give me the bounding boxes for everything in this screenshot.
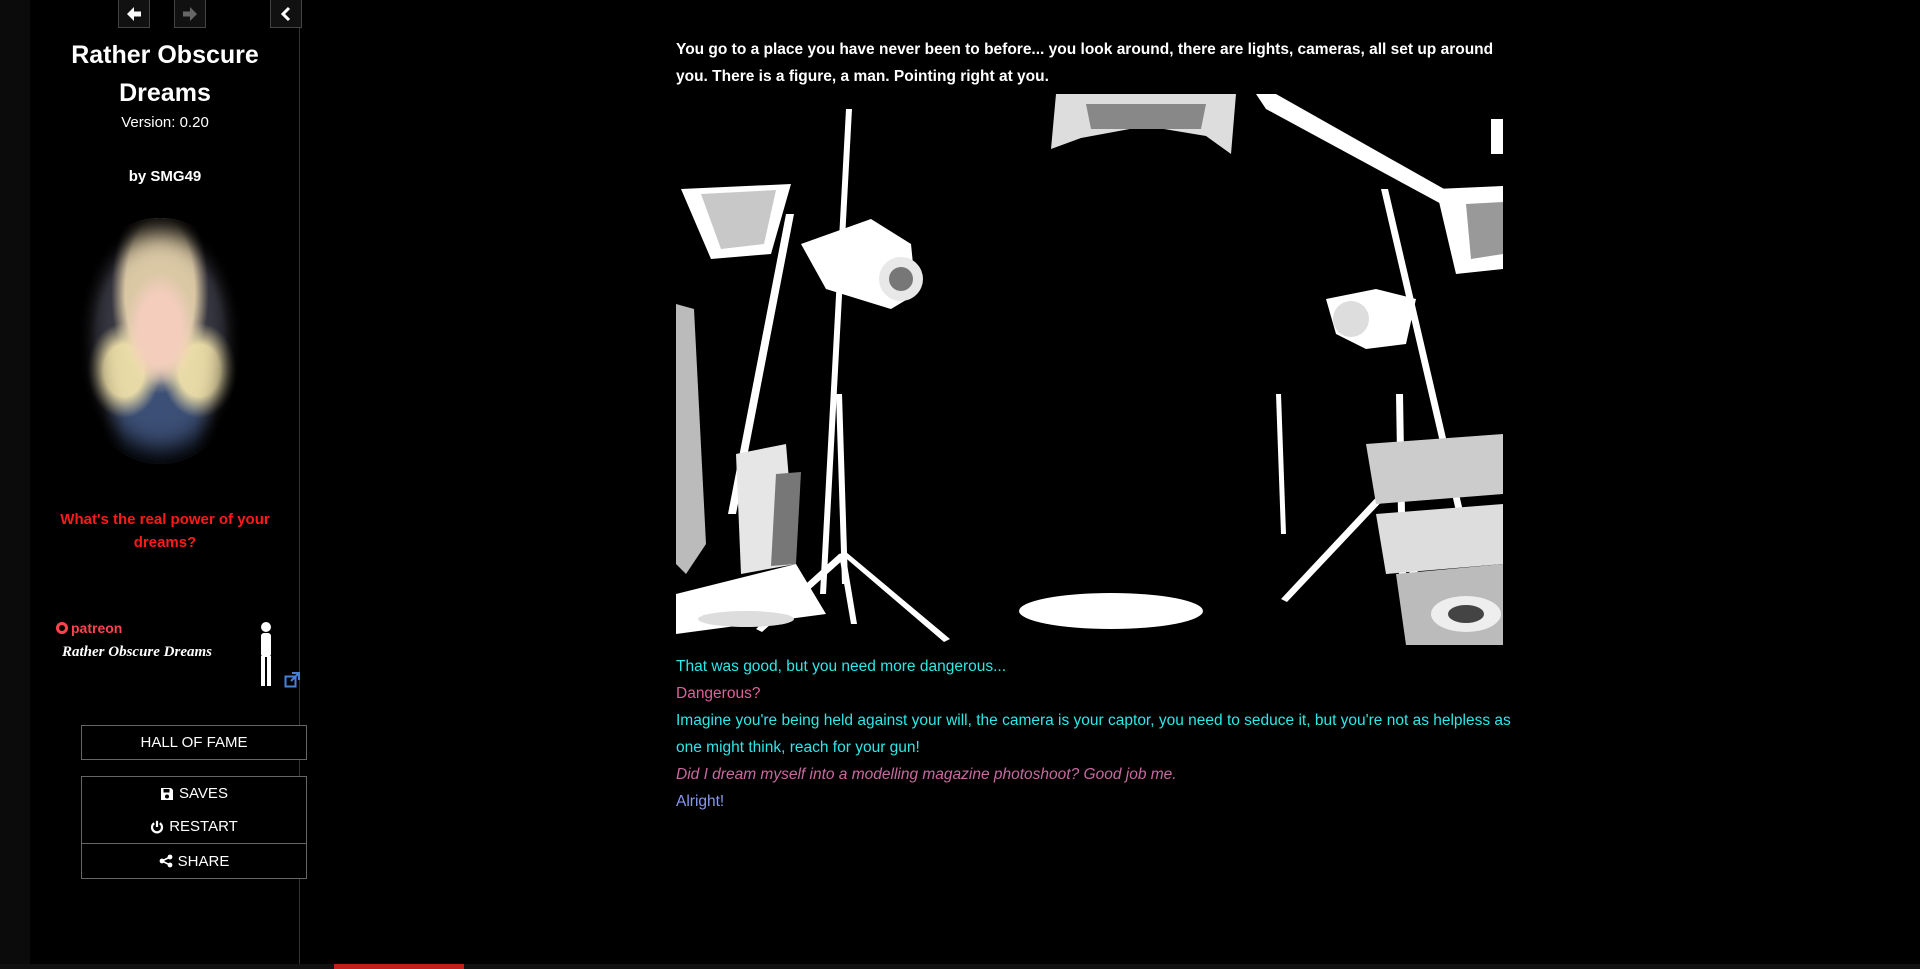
patreon-banner-link[interactable]: patreon Rather Obscure Dreams [56,614,276,694]
story-tagline: What's the real power of your dreams? [60,511,270,551]
sidebar: Rather Obscure Dreams Version: 0.20 by S… [30,0,307,969]
standing-figure-icon [261,622,271,686]
photo-studio-scene-image [676,94,1503,645]
story-author: by SMG49 [128,168,202,185]
power-icon [151,820,164,833]
passage-content: You go to a place you have never been to… [676,36,1522,815]
dialogue-line: Did I dream myself into a modelling maga… [676,766,1177,783]
restart-label: RESTART [169,818,238,835]
dialogue-line: That was good, but you need more dangero… [676,658,1007,675]
share-label: SHARE [177,852,230,870]
history-forward-button[interactable] [174,0,206,28]
patreon-logo: patreon [56,620,122,636]
saves-label: SAVES [179,785,228,802]
arrow-left-icon [127,6,141,21]
share-button[interactable]: SHARE [81,844,307,879]
banner-game-title: Rather Obscure Dreams [62,644,213,660]
chevron-left-icon [280,6,291,21]
game-window: Rather Obscure Dreams Version: 0.20 by S… [0,0,1920,969]
hall-of-fame-label: HALL OF FAME [140,734,248,751]
left-gutter [0,0,30,969]
saves-button[interactable]: SAVES [81,776,307,811]
dialogue-line: Dangerous? [676,685,761,702]
bottom-strip [0,964,1920,969]
patreon-label: patreon [71,620,123,636]
character-portrait [78,218,242,464]
dialogue-log: That was good, but you need more dangero… [676,653,1522,815]
hall-of-fame-button[interactable]: HALL OF FAME [81,725,307,760]
story-version: Version: 0.20 [121,114,209,131]
story-title: Rather Obscure Dreams [71,41,259,107]
dialogue-line: Imagine you're being held against your w… [676,712,1511,756]
passage-intro: You go to a place you have never been to… [676,41,1494,85]
history-back-button[interactable] [118,0,150,28]
dialogue-link[interactable]: Alright! [676,788,1522,815]
restart-button[interactable]: RESTART [81,810,307,844]
patreon-icon [56,622,68,634]
sidebar-toggle-button[interactable] [270,0,302,28]
share-icon [159,854,173,868]
external-link-icon[interactable] [284,672,300,688]
floppy-disk-icon [161,787,174,800]
bottom-strip-accent [334,964,464,969]
arrow-right-icon [183,6,197,21]
